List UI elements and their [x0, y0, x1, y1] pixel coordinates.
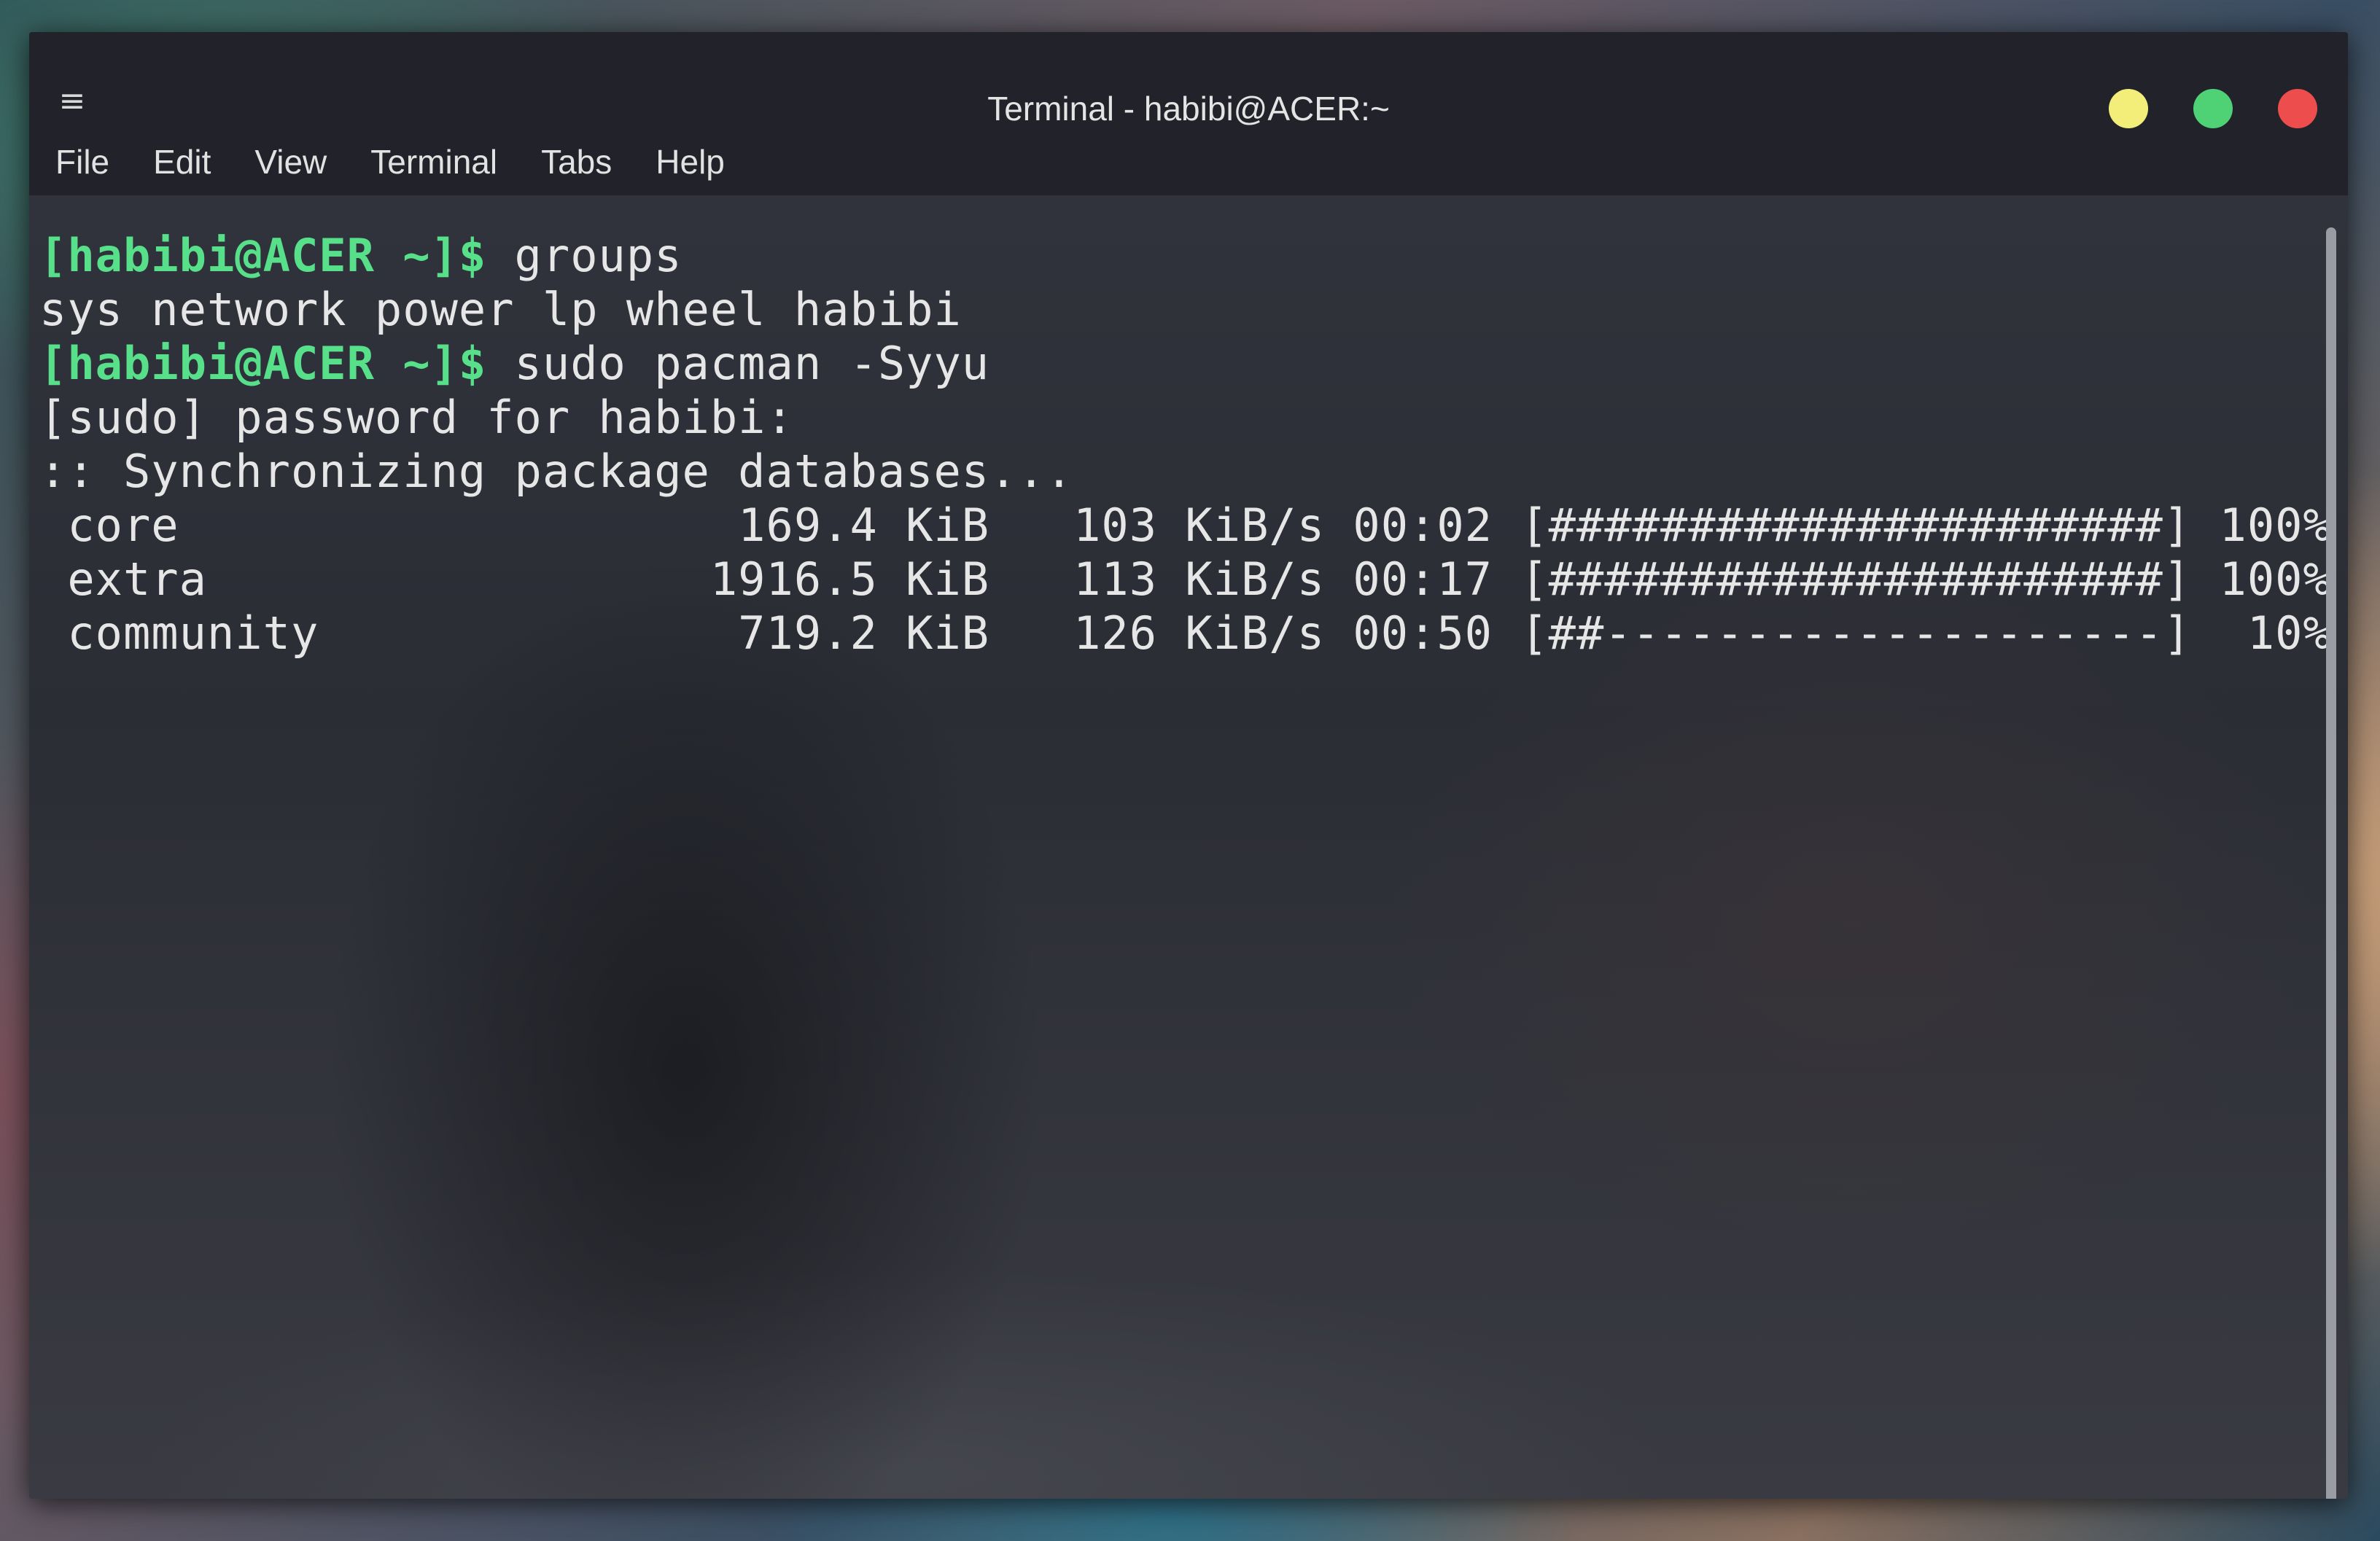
- output-text: sys network power lp wheel habibi: [39, 283, 962, 336]
- close-button[interactable]: [2278, 89, 2317, 128]
- terminal-text[interactable]: [habibi@ACER ~]$ groups sys network power…: [39, 229, 2331, 660]
- terminal-line: :: Synchronizing package databases...: [39, 445, 2331, 499]
- scrollbar-thumb[interactable]: [2326, 227, 2336, 1499]
- terminal-line: sys network power lp wheel habibi: [39, 283, 2331, 337]
- vertical-scrollbar[interactable]: [2326, 227, 2336, 1499]
- terminal-line: community 719.2 KiB 126 KiB/s 00:50 [##-…: [39, 606, 2331, 660]
- menu-edit[interactable]: Edit: [131, 142, 233, 182]
- menu-tabs[interactable]: Tabs: [519, 142, 634, 182]
- menu-file[interactable]: File: [55, 142, 131, 182]
- terminal-line: [habibi@ACER ~]$ sudo pacman -Syyu: [39, 337, 2331, 391]
- terminal-line: [habibi@ACER ~]$ groups: [39, 229, 2331, 283]
- terminal-output-area[interactable]: [habibi@ACER ~]$ groups sys network power…: [29, 195, 2348, 1499]
- command-text: groups: [486, 229, 682, 282]
- command-text: sudo pacman -Syyu: [486, 337, 990, 390]
- sync-progress-extra: extra 1916.5 KiB 113 KiB/s 00:17 [######…: [39, 553, 2331, 606]
- menu-help[interactable]: Help: [634, 142, 747, 182]
- title-bar[interactable]: ≡ Terminal - habibi@ACER:~: [29, 32, 2348, 128]
- terminal-line: core 169.4 KiB 103 KiB/s 00:02 [########…: [39, 499, 2331, 553]
- shell-prompt: [habibi@ACER ~]$: [39, 229, 487, 282]
- output-text: [sudo] password for habibi:: [39, 391, 794, 444]
- minimize-button[interactable]: [2109, 89, 2148, 128]
- menu-view[interactable]: View: [233, 142, 349, 182]
- window-title: Terminal - habibi@ACER:~: [987, 90, 1390, 128]
- terminal-window: ≡ Terminal - habibi@ACER:~ File Edit Vie…: [29, 32, 2348, 1499]
- output-text: :: Synchronizing package databases...: [39, 445, 1074, 498]
- menu-bar: File Edit View Terminal Tabs Help: [29, 128, 2348, 195]
- maximize-button[interactable]: [2193, 89, 2233, 128]
- sync-progress-core: core 169.4 KiB 103 KiB/s 00:02 [########…: [39, 499, 2331, 552]
- terminal-line: [sudo] password for habibi:: [39, 391, 2331, 445]
- menu-terminal[interactable]: Terminal: [349, 142, 519, 182]
- terminal-line: extra 1916.5 KiB 113 KiB/s 00:17 [######…: [39, 553, 2331, 606]
- shell-prompt: [habibi@ACER ~]$: [39, 337, 487, 390]
- sync-progress-community: community 719.2 KiB 126 KiB/s 00:50 [##-…: [39, 606, 2331, 660]
